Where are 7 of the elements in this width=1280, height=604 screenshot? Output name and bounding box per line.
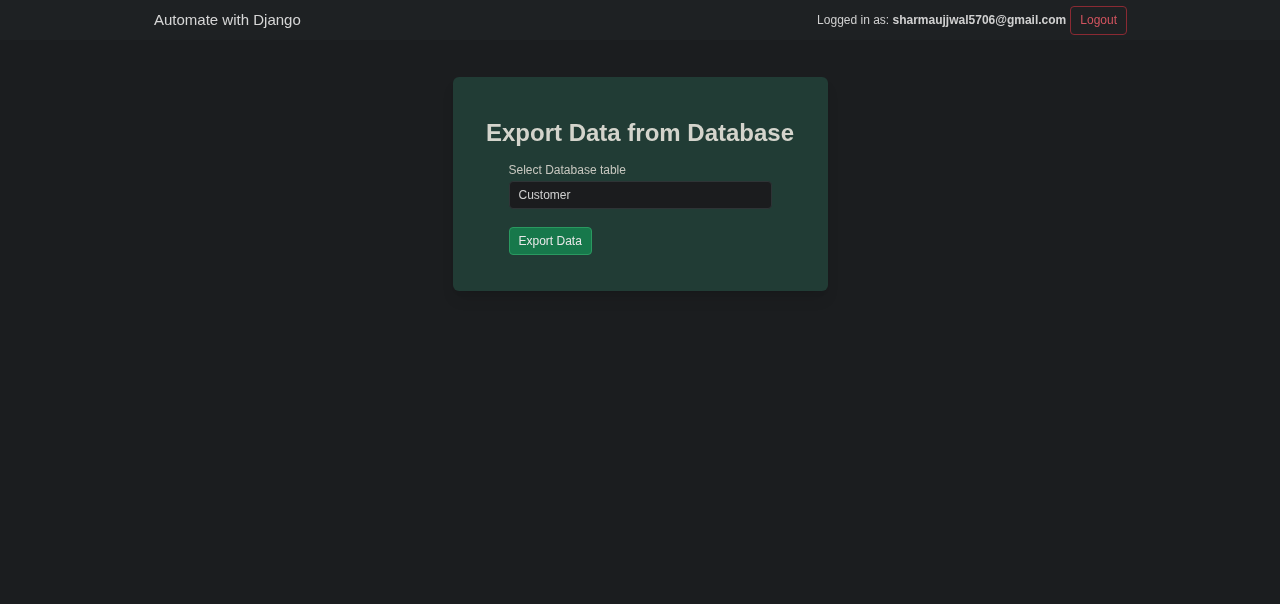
logged-in-text: Logged in as: sharmaujjwal5706@gmail.com [817,12,1067,29]
brand-link[interactable]: Automate with Django [154,8,301,32]
table-select-field[interactable]: Customer [508,181,772,209]
logout-button[interactable]: Logout [1070,5,1127,35]
field-label: Select Database table [508,162,627,179]
export-data-button[interactable]: Export Data [508,227,592,255]
card-title: Export Data from Database [485,118,795,148]
